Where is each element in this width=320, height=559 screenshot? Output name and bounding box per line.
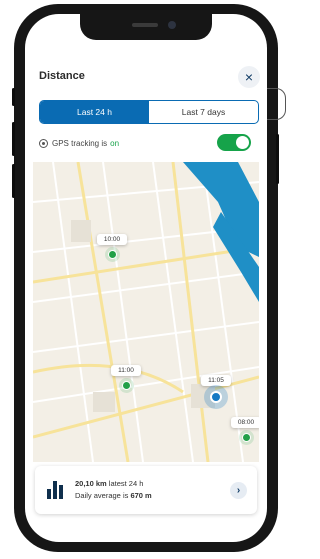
location-icon (39, 139, 48, 148)
summary-text: 20,10 km latest 24 h Daily average is 67… (75, 478, 152, 502)
decorative-outline (265, 88, 286, 120)
gps-status-value: on (110, 139, 120, 148)
distance-summary-card[interactable]: 20,10 km latest 24 h Daily average is 67… (35, 466, 257, 514)
phone-notch (80, 14, 212, 40)
bar-chart-icon (47, 481, 63, 499)
app-screen: Distance × Last 24 h Last 7 days GPS tra… (25, 14, 267, 542)
volume-down-button (12, 164, 15, 198)
map-pin[interactable]: 08:00 (231, 417, 259, 442)
gps-tracking-status: GPS tracking is on (39, 139, 119, 148)
volume-up-button (12, 122, 15, 156)
map-pin[interactable]: 11:00 (111, 365, 141, 390)
chevron-right-icon[interactable]: › (230, 482, 247, 499)
power-button (276, 134, 279, 184)
map-canvas (33, 162, 259, 462)
pin-time-label: 11:05 (201, 375, 231, 386)
toggle-knob (236, 136, 249, 149)
tab-last-7-days[interactable]: Last 7 days (149, 101, 258, 123)
daily-average-label: Daily average is (75, 491, 129, 500)
pin-dot (121, 381, 131, 390)
time-range-segmented-control: Last 24 h Last 7 days (39, 100, 259, 124)
daily-average-value: 670 m (130, 491, 152, 500)
pin-dot (241, 433, 251, 442)
map-pin-current[interactable]: 11:05 (201, 375, 231, 403)
speaker-grille (132, 23, 158, 27)
close-icon[interactable]: × (238, 66, 260, 88)
gps-label: GPS tracking is (52, 139, 108, 148)
page-title: Distance (39, 70, 85, 82)
tab-last-24h[interactable]: Last 24 h (40, 101, 149, 123)
pin-time-label: 11:00 (111, 365, 141, 376)
mute-switch (12, 88, 15, 106)
pin-time-label: 08:00 (231, 417, 259, 428)
pin-time-label: 10:00 (97, 234, 127, 245)
front-camera (168, 21, 176, 29)
gps-toggle[interactable] (217, 134, 251, 151)
pin-dot (107, 250, 117, 259)
current-location-dot (210, 391, 222, 403)
route-map[interactable]: 10:00 11:00 11:05 08:00 (33, 162, 259, 462)
map-pin[interactable]: 10:00 (97, 234, 127, 259)
distance-value: 20,10 km (75, 479, 107, 488)
distance-period: latest 24 h (108, 479, 144, 488)
